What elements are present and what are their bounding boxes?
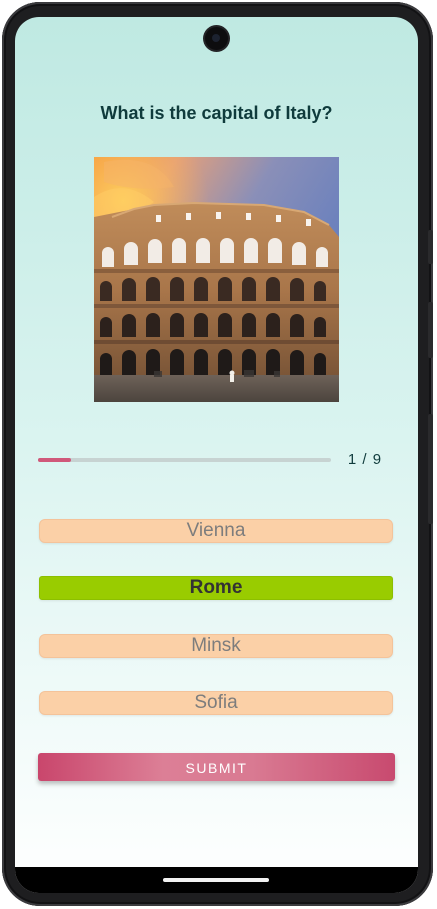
question-text: What is the capital of Italy? xyxy=(100,103,333,123)
progress-counter: 1 / 9 xyxy=(347,451,383,468)
home-gesture-handle[interactable] xyxy=(163,878,269,882)
answer-option-vienna[interactable]: Vienna xyxy=(39,519,393,543)
system-navigation-bar xyxy=(15,867,418,893)
progress-bar xyxy=(38,458,331,462)
progress-bar-fill xyxy=(38,458,71,462)
answer-option-minsk[interactable]: Minsk xyxy=(39,634,393,658)
answer-option-rome[interactable]: Rome xyxy=(39,576,393,600)
colosseum-image xyxy=(94,157,339,402)
phone-frame: What is the capital of Italy? 1 / 9 Vien… xyxy=(2,2,433,906)
side-button xyxy=(428,230,433,264)
front-camera xyxy=(205,27,228,50)
colosseum-photo xyxy=(94,157,339,402)
side-button xyxy=(428,302,433,358)
answer-option-sofia[interactable]: Sofia xyxy=(39,691,393,715)
volume-button xyxy=(428,414,433,524)
app-screen: What is the capital of Italy? 1 / 9 Vien… xyxy=(15,17,418,893)
submit-button[interactable]: SUBMIT xyxy=(38,753,395,781)
